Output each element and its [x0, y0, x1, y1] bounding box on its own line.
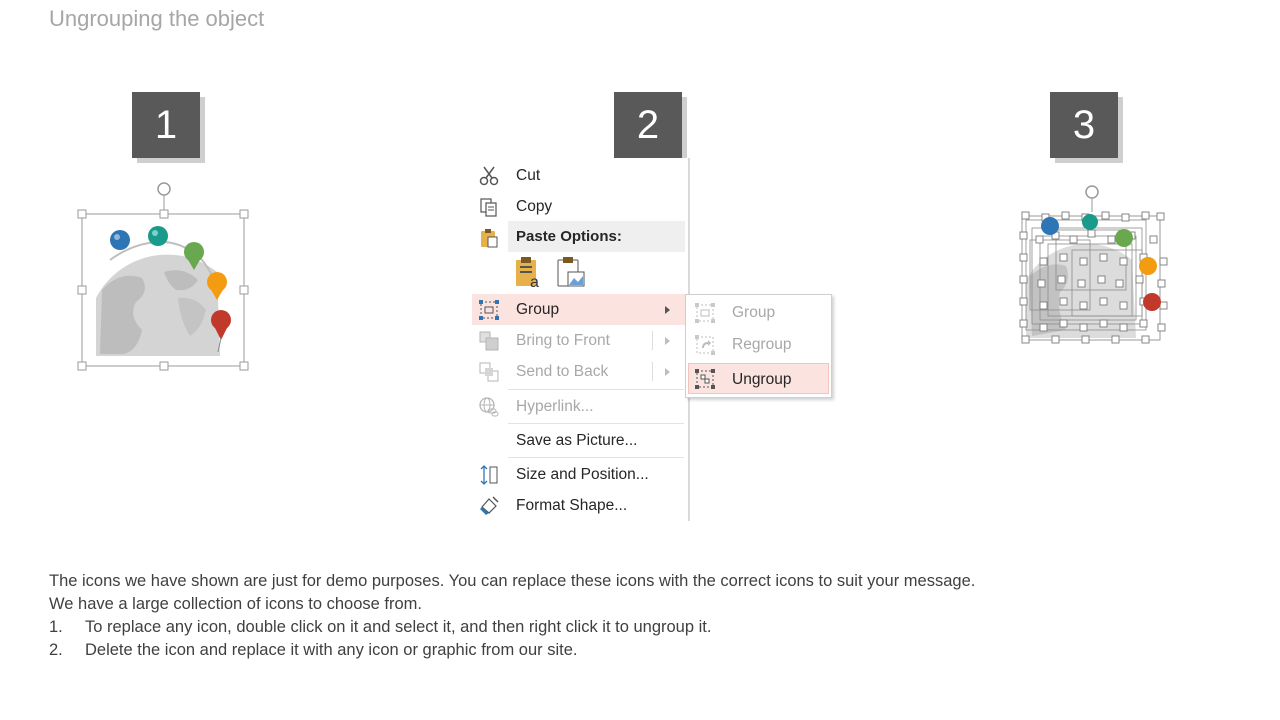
menu-item-size-and-position[interactable]: Size and Position...	[472, 459, 686, 490]
globe-pins-graphic	[77, 182, 249, 371]
bring-to-front-icon	[479, 331, 499, 351]
menu-label-cut: Cut	[516, 167, 541, 184]
send-to-back-icon	[479, 362, 499, 382]
group-submenu: Group Regroup Ungroup	[685, 294, 832, 398]
step-number-2: 2	[614, 92, 682, 158]
step-number-1: 1	[132, 92, 200, 158]
menu-item-send-to-back[interactable]: Send to Back	[472, 356, 686, 387]
menu-label-save-as-picture: Save as Picture...	[516, 432, 638, 449]
rotate-handle[interactable]	[1085, 185, 1099, 212]
list-item-text: Delete the icon and replace it with any …	[85, 641, 578, 659]
paste-keep-text-only-icon[interactable]: a	[514, 256, 544, 291]
description-list-item: 1. To replace any icon, double click on …	[49, 616, 1239, 639]
submenu-item-ungroup[interactable]: Ungroup	[688, 363, 829, 394]
submenu-label-group: Group	[732, 304, 776, 321]
regroup-icon	[695, 335, 715, 355]
svg-text:a: a	[530, 274, 539, 290]
list-item-number: 1.	[49, 618, 63, 636]
submenu-label-regroup: Regroup	[732, 336, 792, 353]
description-text: The icons we have shown are just for dem…	[49, 570, 1239, 662]
list-item-text: To replace any icon, double click on it …	[85, 618, 712, 636]
menu-item-hyperlink[interactable]: Hyperlink...	[472, 391, 686, 422]
menu-separator	[508, 389, 684, 390]
menu-item-cut[interactable]: Cut	[472, 160, 686, 191]
description-intro-line2: We have a large collection of icons to c…	[49, 595, 422, 613]
ungroup-icon	[695, 369, 715, 389]
rotate-handle[interactable]	[157, 182, 171, 214]
clipboard-icon	[481, 229, 498, 248]
list-item-number: 2.	[49, 641, 63, 659]
pin-red	[1143, 293, 1161, 311]
scissors-icon	[479, 166, 499, 186]
menu-label-size-and-position: Size and Position...	[516, 466, 649, 483]
size-position-icon	[480, 465, 498, 485]
menu-item-copy[interactable]: Copy	[472, 191, 686, 222]
hyperlink-icon	[479, 397, 499, 417]
split-divider	[652, 331, 653, 350]
slide-title: Ungrouping the object	[49, 6, 265, 31]
pin-blue	[110, 230, 130, 250]
menu-item-bring-to-front[interactable]: Bring to Front	[472, 325, 686, 356]
copy-icon	[480, 198, 497, 217]
pin-blue	[1041, 217, 1059, 235]
submenu-item-group[interactable]: Group	[688, 297, 829, 328]
pin-teal	[1082, 214, 1098, 230]
split-divider	[652, 362, 653, 381]
menu-label-group: Group	[516, 301, 560, 318]
context-menu: Cut Copy Paste Options: a Group Bring to…	[472, 158, 690, 521]
ungrouped-graphic[interactable]	[1012, 180, 1176, 350]
pin-teal	[148, 226, 168, 246]
ungrouped-globe-pins-graphic	[1019, 185, 1168, 344]
pin-orange	[1139, 257, 1157, 275]
menu-separator	[508, 457, 684, 458]
description-list-item: 2. Delete the icon and replace it with a…	[49, 639, 1239, 662]
chevron-right-icon	[665, 337, 670, 345]
menu-item-format-shape[interactable]: Format Shape...	[472, 490, 686, 521]
menu-item-save-as-picture[interactable]: Save as Picture...	[472, 425, 686, 456]
format-shape-icon	[480, 496, 499, 515]
paste-as-picture-icon[interactable]	[556, 256, 586, 290]
group-icon	[695, 303, 715, 323]
menu-label-send-to-back: Send to Back	[516, 363, 609, 380]
submenu-label-ungroup: Ungroup	[732, 371, 792, 388]
menu-label-hyperlink: Hyperlink...	[516, 398, 594, 415]
pin-green	[1115, 229, 1133, 247]
group-icon	[479, 300, 499, 320]
menu-label-format-shape: Format Shape...	[516, 497, 628, 514]
description-intro-line1: The icons we have shown are just for dem…	[49, 572, 976, 590]
menu-label-copy: Copy	[516, 198, 553, 215]
menu-item-group[interactable]: Group	[472, 294, 686, 325]
step-number-3: 3	[1050, 92, 1118, 158]
submenu-item-regroup[interactable]: Regroup	[688, 329, 829, 360]
chevron-right-icon	[665, 368, 670, 376]
menu-label-bring-to-front: Bring to Front	[516, 332, 610, 349]
menu-separator	[508, 423, 684, 424]
grouped-graphic-selected[interactable]	[72, 180, 258, 376]
chevron-right-icon	[665, 306, 670, 314]
paste-options-header: Paste Options:	[508, 221, 685, 252]
